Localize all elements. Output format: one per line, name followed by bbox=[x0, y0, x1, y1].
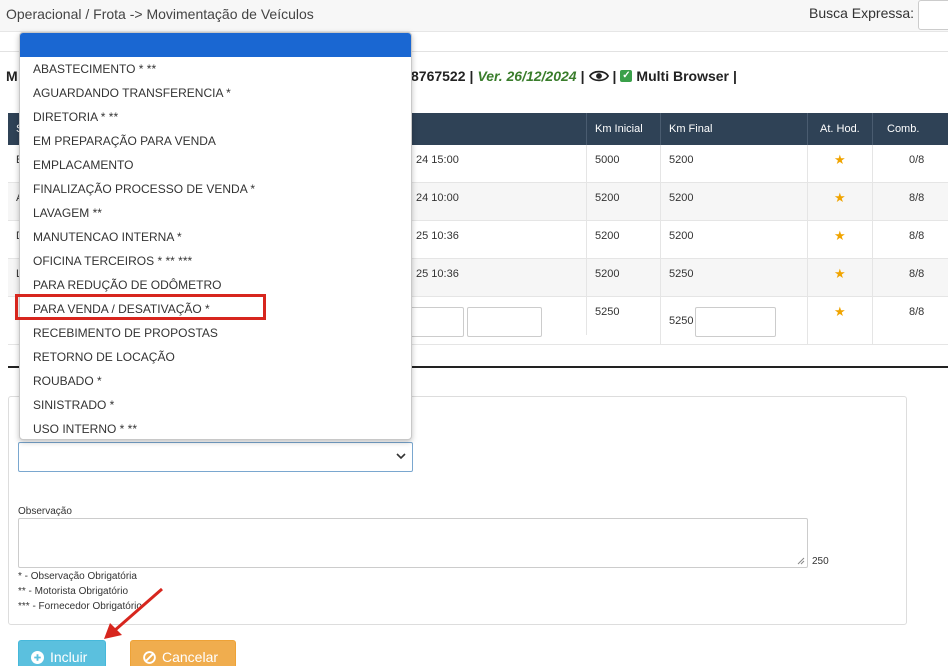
highlight-annotation bbox=[15, 294, 266, 320]
cell-comb: 8/8 bbox=[872, 297, 948, 345]
char-counter: 250 bbox=[812, 556, 829, 567]
cell-km-inicial: 5250 bbox=[586, 297, 619, 335]
star-icon: ★ bbox=[807, 259, 872, 297]
observation-textarea[interactable] bbox=[18, 518, 808, 568]
cell-date: 25 10:36 bbox=[416, 268, 459, 280]
cancelar-label: Cancelar bbox=[162, 649, 219, 665]
cell-comb: 8/8 bbox=[872, 221, 948, 259]
top-bar: Operacional / Frota -> Movimentação de V… bbox=[0, 0, 948, 32]
cell-date: 24 15:00 bbox=[416, 154, 459, 166]
cell-comb: 0/8 bbox=[872, 145, 948, 183]
column-header-km-inicial: Km Inicial bbox=[586, 113, 660, 145]
record-id: 8767522 bbox=[411, 68, 466, 84]
dropdown-option[interactable]: RECEBIMENTO DE PROPOSTAS bbox=[33, 326, 218, 340]
column-header-comb-saida: Comb. Saída bbox=[872, 113, 948, 167]
plus-circle-icon bbox=[31, 650, 44, 664]
dropdown-option[interactable]: PARA REDUÇÃO DE ODÔMETRO bbox=[33, 278, 221, 292]
star-icon: ★ bbox=[807, 145, 872, 183]
dropdown-option[interactable]: RETORNO DE LOCAÇÃO bbox=[33, 350, 175, 364]
dropdown-option[interactable]: EM PREPARAÇÃO PARA VENDA bbox=[33, 134, 216, 148]
star-icon: ★ bbox=[807, 221, 872, 259]
checkbox-checked-icon[interactable]: ✓ bbox=[620, 70, 633, 82]
separator: | bbox=[612, 68, 617, 84]
dropdown-option[interactable]: USO INTERNO * ** bbox=[33, 422, 137, 436]
cell-km-inicial: 5000 bbox=[586, 145, 619, 183]
legend-line: * - Observação Obrigatória bbox=[18, 571, 137, 582]
separator: | bbox=[469, 68, 474, 84]
annotation-arrow bbox=[104, 587, 163, 639]
column-header-km-final: Km Final bbox=[660, 113, 807, 145]
multi-browser-label: Multi Browser bbox=[636, 68, 729, 84]
movement-type-select[interactable] bbox=[18, 442, 413, 472]
search-label: Busca Expressa: bbox=[809, 5, 915, 21]
separator: | bbox=[733, 68, 737, 84]
dropdown-option[interactable]: LAVAGEM ** bbox=[33, 206, 102, 220]
dropdown-option[interactable]: DIRETORIA * ** bbox=[33, 110, 118, 124]
observation-label: Observação bbox=[18, 506, 72, 517]
version-text: Ver. 26/12/2024 bbox=[477, 68, 577, 84]
cell-km-inicial: 5200 bbox=[586, 221, 619, 259]
cell-km-final: 5200 bbox=[660, 183, 693, 221]
cell-comb: 8/8 bbox=[872, 259, 948, 297]
cell-comb: 8/8 bbox=[872, 183, 948, 221]
dropdown-option[interactable]: ROUBADO * bbox=[33, 374, 102, 388]
cell-km-final: 5250 bbox=[660, 259, 693, 297]
dropdown-option[interactable]: ABASTECIMENTO * ** bbox=[33, 62, 156, 76]
breadcrumb: Operacional / Frota -> Movimentação de V… bbox=[6, 6, 314, 22]
resize-handle-icon[interactable] bbox=[797, 557, 805, 565]
chevron-down-icon bbox=[396, 453, 406, 460]
eye-icon[interactable] bbox=[588, 69, 609, 83]
dropdown-option[interactable]: FINALIZAÇÃO PROCESSO DE VENDA * bbox=[33, 182, 255, 196]
cell-km-inicial: 5200 bbox=[586, 259, 619, 297]
movement-type-dropdown[interactable]: ABASTECIMENTO * ** AGUARDANDO TRANSFEREN… bbox=[19, 32, 412, 440]
date-input[interactable] bbox=[408, 307, 464, 337]
dropdown-selected-option[interactable] bbox=[20, 33, 411, 57]
separator: | bbox=[580, 68, 585, 84]
incluir-button[interactable]: Incluir bbox=[18, 640, 106, 666]
dropdown-option[interactable]: MANUTENCAO INTERNA * bbox=[33, 230, 182, 244]
cell-km-final: 5200 bbox=[660, 145, 693, 183]
dropdown-option[interactable]: AGUARDANDO TRANSFERENCIA * bbox=[33, 86, 231, 100]
cell-date: 25 10:36 bbox=[416, 230, 459, 242]
column-header-at-hod: At. Hod. bbox=[807, 113, 872, 145]
km-final-input[interactable] bbox=[695, 307, 776, 337]
cell-km-final: 5200 bbox=[660, 221, 693, 259]
incluir-label: Incluir bbox=[50, 649, 88, 665]
cell-km-final: 5250 bbox=[660, 297, 693, 345]
dropdown-option[interactable]: OFICINA TERCEIROS * ** *** bbox=[33, 254, 192, 268]
info-details: 8767522 | Ver. 26/12/2024 | | ✓ Multi Br… bbox=[411, 68, 737, 84]
time-input[interactable] bbox=[467, 307, 542, 337]
dropdown-option[interactable]: EMPLACAMENTO bbox=[33, 158, 133, 172]
search-input[interactable] bbox=[918, 0, 948, 30]
star-icon: ★ bbox=[807, 297, 872, 345]
info-prefix: M bbox=[6, 68, 18, 84]
ban-icon bbox=[143, 650, 156, 664]
star-icon: ★ bbox=[807, 183, 872, 221]
cell-km-inicial: 5200 bbox=[586, 183, 619, 221]
dropdown-option[interactable]: SINISTRADO * bbox=[33, 398, 114, 412]
cell-date: 24 10:00 bbox=[416, 192, 459, 204]
page: Operacional / Frota -> Movimentação de V… bbox=[0, 0, 948, 666]
